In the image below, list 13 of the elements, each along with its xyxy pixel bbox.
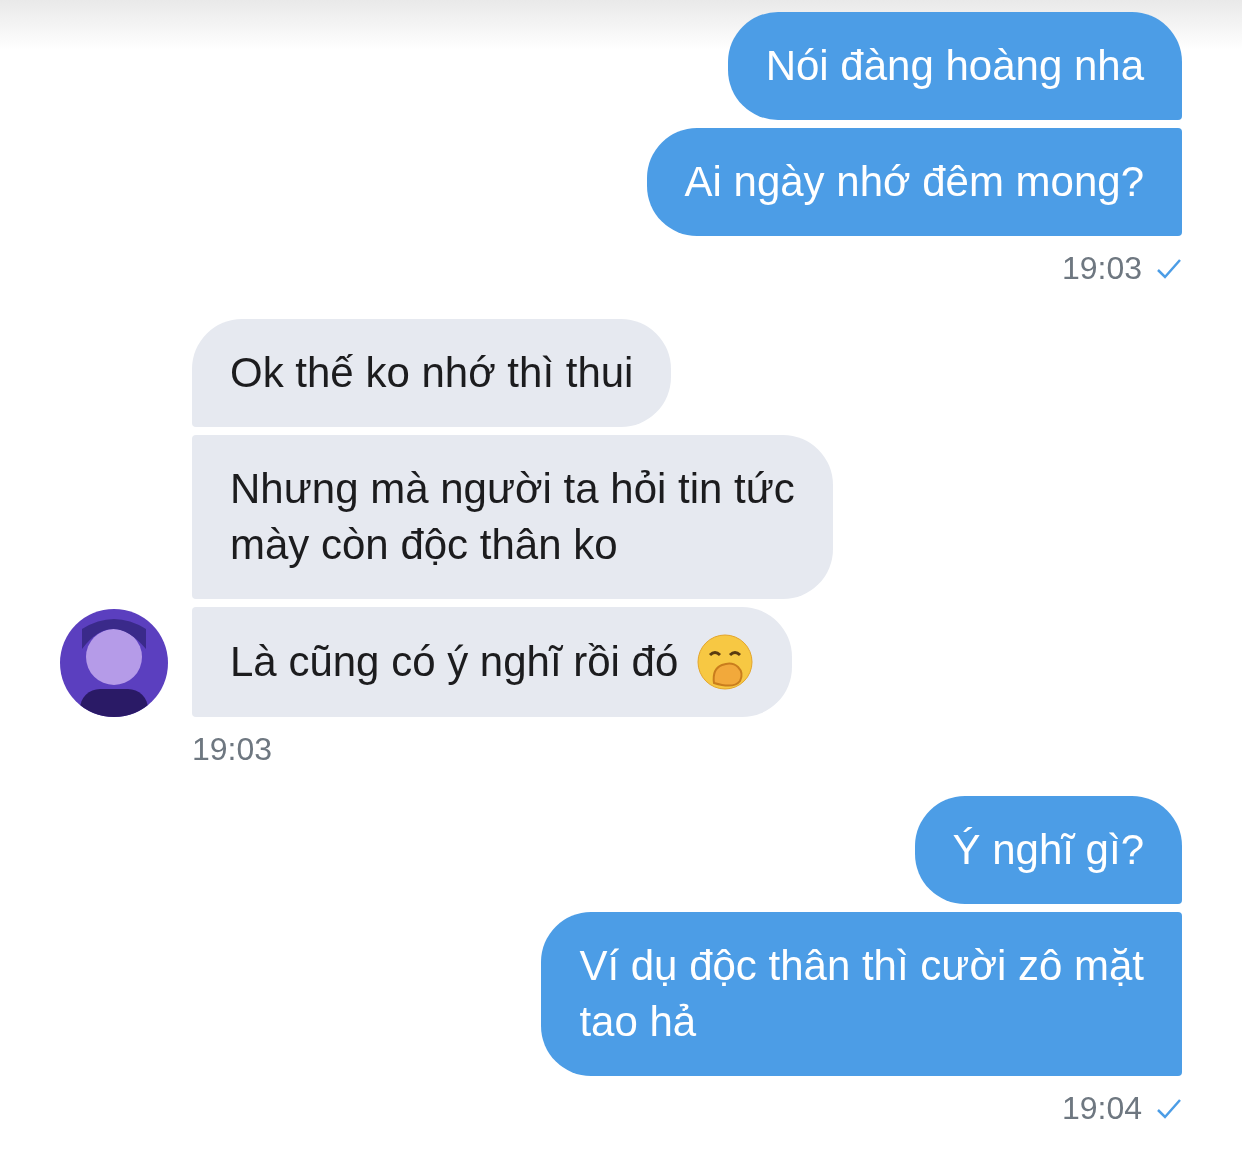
check-icon <box>1156 257 1182 280</box>
hand-over-mouth-emoji-icon <box>696 633 755 691</box>
check-icon <box>1156 1097 1182 1120</box>
message-text: Ý nghĩ gì? <box>952 825 1144 875</box>
message-time: 19:03 <box>192 731 273 768</box>
message-time: 19:04 <box>1061 1090 1142 1127</box>
message-text: Nói đàng hoàng nha <box>765 41 1144 91</box>
message-text: Ok thế ko nhớ thì thui <box>230 348 634 398</box>
message-text: Nhưng mà người ta hỏi tin tức mày còn độc thân ko <box>230 464 795 570</box>
message-text: Ai ngày nhớ đêm mong? <box>684 157 1144 207</box>
message-text: Ví dụ độc thân thì cười zô mặt tao hả <box>579 941 1144 1047</box>
message-text: Là cũng có ý nghĩ rồi đó <box>230 637 679 687</box>
message-time: 19:03 <box>1061 250 1142 287</box>
